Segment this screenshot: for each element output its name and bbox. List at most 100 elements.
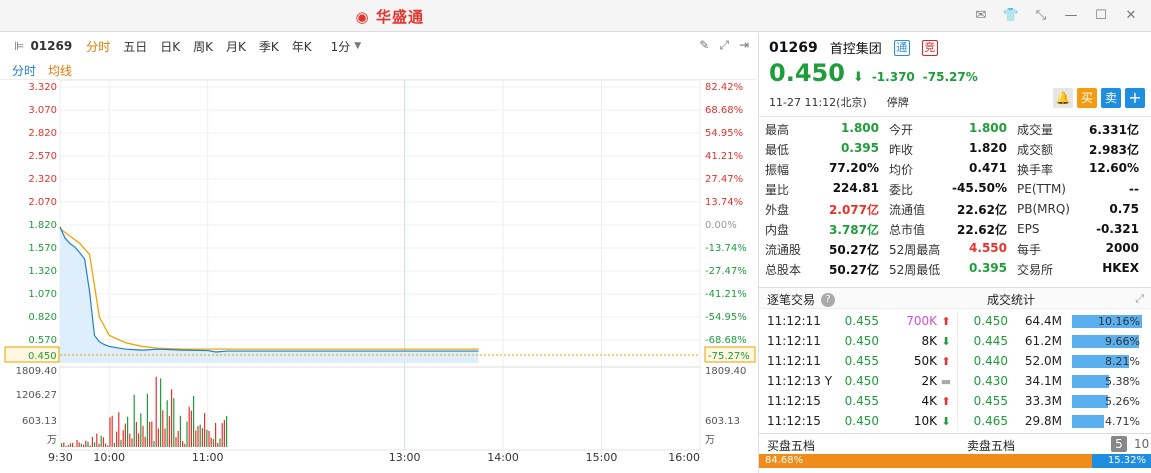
add-watchlist-button[interactable]: + [1125,88,1145,108]
tab-fenshi[interactable]: 分时 [86,38,110,55]
volume-right-unit: 万 [705,435,715,446]
tab-yearly-k[interactable]: 年K [292,38,312,55]
flat-dash-icon: ▬ [940,374,952,388]
price-tick-label: 3.320 [28,82,57,93]
stat-cell: PE(TTM) -- [1011,182,1145,196]
volume-bar [197,426,199,447]
time-tick-label: 13:00 [389,451,421,464]
volume-stat-row: 0.455 33.3M 5.26% [958,391,1151,411]
mail-icon[interactable]: ✉ [969,6,993,26]
volume-stat-pct: 10.16% [1098,314,1140,328]
trades-title: 逐笔交易 [767,293,816,307]
minimize-icon[interactable]: — [1059,6,1083,26]
pct-tick-label: 82.42% [705,82,743,93]
stat-cell: 52周最高 4.550 [883,241,1011,258]
volume-right-tick: 1809.40 [705,366,746,377]
maximize-icon[interactable]: ☐ [1089,6,1113,26]
trade-row: 11:12:13 Y 0.450 2K ▬ [759,371,957,391]
stat-cell: 流通股 50.27亿 [759,241,883,258]
trade-price: 0.455 [844,314,879,328]
volume-bar [153,441,155,447]
stat-cell: 外盘 2.077亿 [759,201,883,218]
stat-value: 77.20% [829,160,879,175]
stat-cell: 交易所 HKEX [1011,261,1145,278]
buy-depth-title: 买盘五档 [767,439,816,453]
trade-row: 11:12:11 0.450 8K ⬇ [759,331,957,351]
stat-label: 交易所 [1017,262,1054,277]
pct-tick-label: 0.00% [705,220,737,231]
tab-avg-line[interactable]: 均线 [48,62,72,79]
expand-icon[interactable]: ⤢ [1135,292,1144,306]
depth-10-button[interactable]: 10 [1134,437,1149,451]
tab-weekly-k[interactable]: 周K [193,38,213,55]
alert-bell-icon[interactable]: 🔔 [1053,88,1073,108]
tab-quarterly-k[interactable]: 季K [259,38,279,55]
sell-depth-title: 卖盘五档 [967,439,1016,453]
logo-icon: ◉ [355,7,369,26]
stock-header: 01269 首控集团 通 竞 [769,38,938,57]
current-price-label: 0.450 [28,351,57,362]
volume-stat-row: 0.440 52.0M 8.21% [958,351,1151,371]
price-tick-label: 2.820 [28,128,57,139]
quote-stats: 最高 1.800 今开 1.800 成交量 6.331亿 最低 0.395 昨收 1.820 成交额… [759,116,1151,279]
volume-stats-list: 0.450 64.4M 10.16% 0.445 61.2M 9.66% 0.440 52.0… [957,311,1151,431]
tab-5day[interactable]: 五日 [123,38,147,55]
time-tick-label: 11:00 [192,451,224,464]
trade-row: 11:12:11 0.455 50K ⬆ [759,351,957,371]
app-title: 华盛通 [376,8,425,26]
stat-value: 0.75 [1109,202,1139,216]
stat-value: -0.321 [1096,222,1139,236]
stat-row: 内盘 3.787亿 总市值 22.62亿 EPS -0.321 [759,219,1151,239]
trade-volume: 700K [906,314,937,328]
stat-value: 6.331亿 [1089,122,1139,137]
stat-label: 今开 [889,122,914,137]
pct-tick-label: -54.95% [705,312,747,323]
stat-cell: 总市值 22.62亿 [883,221,1011,238]
tab-daily-k[interactable]: 日K [160,38,180,55]
volume-stat-fill [1072,414,1105,428]
collapse-right-icon[interactable]: ⇥ [739,38,749,53]
trade-price: 0.450 [844,334,879,348]
price-tick-label: 3.070 [28,105,57,116]
sell-button[interactable]: 卖 [1101,88,1121,108]
stat-cell: 均价 0.471 [883,161,1011,178]
volume-stat-row: 0.445 61.2M 9.66% [958,331,1151,351]
volume-stat-row: 0.465 29.8M 4.71% [958,411,1151,431]
close-icon[interactable]: ✕ [1119,6,1143,26]
volume-bar [65,446,67,447]
stat-label: 52周最低 [889,262,941,277]
volume-bar [135,422,137,447]
shrink-icon[interactable]: ⤡ [1029,6,1053,26]
tab-monthly-k[interactable]: 月K [226,38,246,55]
trade-volume: 2K [921,374,937,388]
volume-bar [144,436,146,447]
price-tick-label: 1.570 [28,243,57,254]
pen-icon[interactable]: ✎ [699,38,709,53]
collapse-left-icon[interactable]: ⊫ [14,39,24,53]
fullscreen-icon[interactable]: ⤢ [719,38,729,53]
shirt-icon[interactable]: 👕 [999,6,1023,26]
price-tick-label: 1.320 [28,266,57,277]
volume-bar [138,433,140,447]
volume-bar [162,410,164,447]
buy-button[interactable]: 买 [1077,88,1097,108]
time-tick-label: 9:30 [48,451,73,464]
volume-bar [208,431,210,447]
quote-time: 11:12(北京) [804,96,867,109]
volume-bar [171,389,173,447]
help-icon[interactable]: ? [821,292,836,307]
price-tick-label: 1.820 [28,220,57,231]
stat-label: 总市值 [889,222,926,237]
trade-price: 0.455 [844,394,879,408]
trade-row: 11:12:15 0.455 4K ⬆ [759,391,957,411]
depth-5-button[interactable]: 5 [1111,436,1127,452]
chevron-down-icon[interactable]: ▼ [354,41,361,51]
tab-price-line[interactable]: 分时 [12,62,36,79]
volume-bar [80,443,82,447]
volume-bar [133,394,135,447]
trade-time: 11:12:15 [767,414,821,428]
volume-bar [155,376,157,447]
price-area [60,226,479,363]
app-logo: ◉ 华盛通 [352,6,424,27]
interval-select[interactable]: 1分 [331,38,351,55]
